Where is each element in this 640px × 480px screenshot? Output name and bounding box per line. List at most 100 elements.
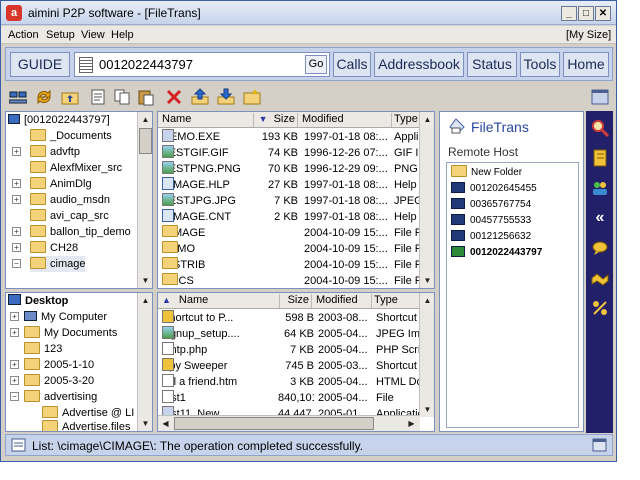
guide-button[interactable]: GUIDE — [10, 52, 70, 77]
tree-item[interactable]: advftp — [30, 144, 80, 160]
go-button[interactable]: Go — [305, 55, 327, 74]
address-input[interactable]: 0012022443797 Go — [74, 52, 330, 77]
close-button[interactable]: ✕ — [595, 6, 611, 21]
col-name[interactable]: ▲ Name — [162, 294, 280, 308]
tree-item[interactable]: My Documents — [24, 325, 117, 341]
properties-icon[interactable] — [89, 88, 107, 106]
file-row[interactable]: test1840,101 KB 2005-04... File — [158, 390, 434, 406]
home-button[interactable]: Home — [563, 52, 609, 77]
scroll-down-icon[interactable]: ▼ — [138, 273, 152, 288]
expand-icon[interactable]: + — [10, 328, 19, 337]
tree-item[interactable]: audio_msdn — [30, 192, 110, 208]
chat-icon[interactable] — [591, 239, 609, 257]
expand-icon[interactable]: + — [10, 360, 19, 369]
file-row[interactable]: TESTJPG.JPG 7 KB 1997-01-18 08:... JPEG I — [158, 193, 434, 209]
scroll-thumb[interactable] — [139, 128, 152, 154]
tree-item[interactable]: Advertise.files — [42, 419, 130, 431]
scroll-left-icon[interactable]: ◀ — [158, 416, 173, 431]
collapse-sidebar-icon[interactable]: « — [591, 209, 609, 227]
file-row[interactable]: CIMAGE 2004-10-09 15:... File Fo — [158, 225, 434, 241]
expand-icon[interactable]: + — [10, 312, 19, 321]
file-row[interactable]: Spy Sweeper 745 B 2005-03... Shortcut — [158, 358, 434, 374]
copy-icon[interactable] — [113, 88, 131, 106]
tree-item[interactable]: 2005-1-10 — [24, 357, 94, 373]
tree-item-selected[interactable]: cimage — [30, 256, 86, 272]
menu-action[interactable]: Action — [8, 29, 39, 41]
tree-root[interactable]: Desktop — [8, 293, 68, 309]
expand-icon[interactable]: + — [12, 179, 21, 188]
refresh-icon[interactable] — [35, 88, 53, 106]
addressbook-button[interactable]: Addressbook — [374, 52, 464, 77]
tree-item[interactable]: 123 — [24, 341, 62, 357]
col-modified[interactable]: Modified — [316, 294, 372, 308]
tree-item[interactable]: 2005-3-20 — [24, 373, 94, 389]
collapse-icon[interactable]: − — [10, 392, 19, 401]
list-scrollbar[interactable]: ▲ ▼ — [419, 293, 434, 417]
panel-toggle-icon[interactable] — [591, 88, 609, 106]
new-folder-icon[interactable] — [243, 88, 261, 106]
scroll-up-icon[interactable]: ▲ — [138, 112, 152, 127]
host-item-active[interactable]: 0012022443797 — [451, 245, 542, 261]
users-icon[interactable] — [591, 179, 609, 197]
paste-icon[interactable] — [137, 88, 155, 106]
tree-item[interactable]: avi_cap_src — [30, 208, 109, 224]
scroll-down-icon[interactable]: ▼ — [420, 402, 434, 417]
calls-button[interactable]: Calls — [333, 52, 371, 77]
status-window-icon[interactable] — [592, 438, 607, 452]
file-row[interactable]: CIMAGE.HLP 27 KB 1997-01-18 08:... Help F — [158, 177, 434, 193]
host-item[interactable]: 001202645455 — [451, 181, 537, 197]
status-button[interactable]: Status — [467, 52, 517, 77]
folder-up-icon[interactable] — [61, 88, 79, 106]
tree-item[interactable]: AlexfMixer_src — [30, 160, 122, 176]
expand-icon[interactable]: + — [12, 227, 21, 236]
tree-scrollbar[interactable]: ▲ ▼ — [137, 293, 152, 431]
file-row[interactable]: DEMO 2004-10-09 15:... File Fo — [158, 241, 434, 257]
tree-scrollbar[interactable]: ▲ ▼ — [137, 112, 152, 288]
tools-button[interactable]: Tools — [520, 52, 560, 77]
menu-view[interactable]: View — [81, 29, 105, 41]
tree-root[interactable]: [0012022443797] — [8, 112, 110, 128]
scroll-up-icon[interactable]: ▲ — [420, 293, 434, 308]
scroll-up-icon[interactable]: ▲ — [138, 293, 152, 308]
col-type[interactable]: Type — [374, 294, 420, 308]
tree-item[interactable]: advertising — [24, 389, 97, 405]
tree-item[interactable]: AnimDlg — [30, 176, 92, 192]
expand-icon[interactable]: + — [12, 147, 21, 156]
my-size-link[interactable]: [My Size] — [566, 29, 611, 41]
scroll-up-icon[interactable]: ▲ — [420, 112, 434, 127]
file-row[interactable]: smtp.php 7 KB 2005-04... PHP Script — [158, 342, 434, 358]
host-item[interactable]: 00365767754 — [451, 197, 531, 213]
maximize-button[interactable]: □ — [578, 6, 594, 21]
download-icon[interactable] — [217, 88, 235, 106]
new-folder-item[interactable]: New Folder — [451, 165, 522, 181]
menu-help[interactable]: Help — [111, 29, 134, 41]
upload-icon[interactable] — [191, 88, 209, 106]
tree-item[interactable]: My Computer — [24, 309, 107, 325]
percent-icon[interactable] — [591, 299, 609, 317]
menu-setup[interactable]: Setup — [46, 29, 75, 41]
minimize-button[interactable]: _ — [561, 6, 577, 21]
scroll-right-icon[interactable]: ▶ — [404, 416, 419, 431]
col-modified[interactable]: Modified — [302, 113, 392, 127]
col-size[interactable]: ▼ Size — [254, 113, 298, 127]
network-icon[interactable] — [9, 88, 27, 106]
scroll-down-icon[interactable]: ▼ — [138, 416, 152, 431]
file-row[interactable]: DISTRIB 2004-10-09 15:... File Fo — [158, 257, 434, 273]
file-row[interactable]: TESTPNG.PNG 70 KB 1996-12-29 09:... PNG Im — [158, 161, 434, 177]
file-row[interactable]: tell a friend.htm 3 KB 2005-04... HTML Docu — [158, 374, 434, 390]
col-size[interactable]: Size — [280, 294, 312, 308]
file-row[interactable]: DEMO.EXE 193 KB 1997-01-18 08:... Applica — [158, 129, 434, 145]
host-item[interactable]: 00457755533 — [451, 213, 531, 229]
tree-item[interactable]: ballon_tip_demo — [30, 224, 131, 240]
scroll-thumb[interactable] — [174, 417, 374, 430]
handshake-icon[interactable] — [591, 269, 609, 287]
magnifier-icon[interactable] — [591, 119, 609, 137]
host-item[interactable]: 00121256632 — [451, 229, 531, 245]
file-row[interactable]: DOCS 2004-10-09 15:... File Fo — [158, 273, 434, 288]
list-hscrollbar[interactable]: ◀ ▶ — [158, 415, 420, 431]
file-row[interactable]: CIMAGE.CNT 2 KB 1997-01-18 08:... Help C — [158, 209, 434, 225]
expand-icon[interactable]: + — [12, 195, 21, 204]
file-row[interactable]: TESTGIF.GIF 74 KB 1996-12-26 07:... GIF Im — [158, 145, 434, 161]
expand-icon[interactable]: + — [12, 243, 21, 252]
tree-item[interactable]: _Documents — [30, 128, 112, 144]
